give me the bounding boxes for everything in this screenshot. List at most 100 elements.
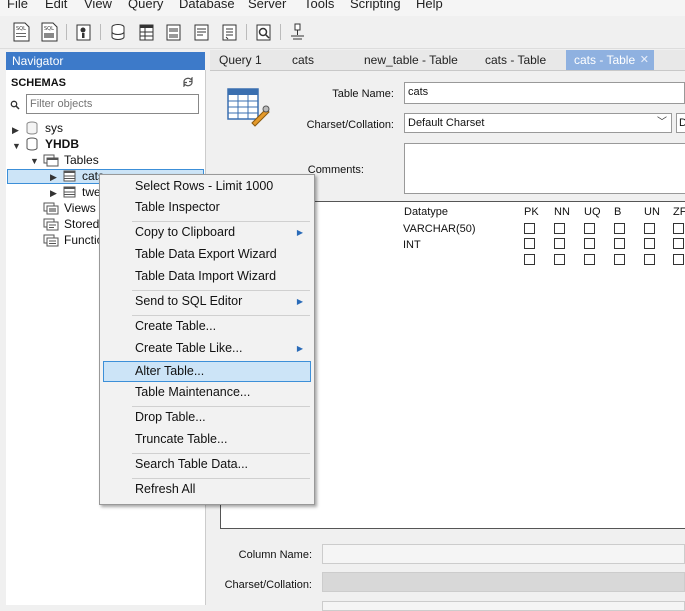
- menu-item-select-rows[interactable]: Select Rows - Limit 1000: [103, 176, 311, 197]
- table-icon: [63, 170, 76, 182]
- menu-item-export-wizard[interactable]: Table Data Export Wizard: [103, 244, 311, 265]
- functions-node[interactable]: Functio: [64, 232, 103, 248]
- menu-item-import-wizard[interactable]: Table Data Import Wizard: [103, 266, 311, 287]
- menu-item-truncate-table[interactable]: Truncate Table...: [103, 429, 311, 450]
- create-function-icon[interactable]: [221, 22, 238, 42]
- column-collation-select[interactable]: [322, 601, 685, 611]
- menu-item-create-table[interactable]: Create Table...: [103, 316, 311, 337]
- un-checkbox[interactable]: [644, 254, 655, 265]
- charset-select[interactable]: Default Charset ﹀: [404, 113, 672, 133]
- menu-item-table-inspector[interactable]: Table Inspector: [103, 197, 311, 218]
- collation-select[interactable]: D: [676, 113, 685, 133]
- context-menu: Select Rows - Limit 1000 Table Inspector…: [99, 174, 315, 505]
- filter-objects-input[interactable]: [26, 94, 199, 114]
- menu-view[interactable]: View: [84, 0, 112, 11]
- views-node[interactable]: Views: [64, 200, 96, 216]
- pk-checkbox[interactable]: [524, 223, 535, 234]
- charset-value: Default Charset: [408, 117, 485, 129]
- refresh-icon[interactable]: [182, 77, 194, 87]
- nn-checkbox[interactable]: [554, 254, 565, 265]
- menu-file[interactable]: File: [7, 0, 28, 11]
- tab-cats[interactable]: cats: [292, 50, 314, 70]
- pk-checkbox[interactable]: [524, 254, 535, 265]
- tab-bar: Query 1 cats new_table - Table cats - Ta…: [210, 50, 685, 71]
- column-name-input[interactable]: [322, 544, 685, 564]
- uq-checkbox[interactable]: [584, 238, 595, 249]
- un-checkbox[interactable]: [644, 223, 655, 234]
- tables-node[interactable]: Tables: [64, 152, 99, 168]
- row-datatype[interactable]: VARCHAR(50): [403, 223, 476, 235]
- menu-item-label: Create Table Like...: [135, 341, 243, 355]
- tab-new-table[interactable]: new_table - Table: [364, 50, 458, 70]
- search-table-data-icon[interactable]: [255, 22, 272, 42]
- create-view-icon[interactable]: [165, 22, 182, 42]
- row-datatype[interactable]: INT: [403, 239, 421, 251]
- new-sql-tab-icon[interactable]: SQL: [13, 22, 30, 42]
- search-icon: [10, 100, 20, 110]
- schema-sys[interactable]: sys: [45, 120, 63, 136]
- close-icon[interactable]: ✕: [640, 50, 649, 70]
- menu-tools[interactable]: Tools: [304, 0, 334, 11]
- b-checkbox[interactable]: [614, 254, 625, 265]
- menu-item-table-maintenance[interactable]: Table Maintenance...: [103, 382, 311, 403]
- col-header-uq[interactable]: UQ: [584, 206, 601, 218]
- col-header-zf[interactable]: ZF: [673, 206, 685, 218]
- expand-cats-toggle[interactable]: ▶: [50, 172, 57, 183]
- tab-label: cats - Table: [574, 53, 636, 67]
- nn-checkbox[interactable]: [554, 238, 565, 249]
- col-header-pk[interactable]: PK: [524, 206, 539, 218]
- comments-textarea[interactable]: [404, 143, 685, 194]
- menu-item-drop-table[interactable]: Drop Table...: [103, 407, 311, 428]
- object-inspector-icon[interactable]: [75, 22, 92, 42]
- menu-database[interactable]: Database: [179, 0, 235, 11]
- expand-tweets-toggle[interactable]: ▶: [50, 188, 57, 199]
- table-name-input[interactable]: cats: [404, 82, 685, 104]
- schema-yhdb[interactable]: YHDB: [45, 136, 79, 152]
- menu-item-create-table-like[interactable]: Create Table Like... ▶: [103, 338, 311, 359]
- uq-checkbox[interactable]: [584, 223, 595, 234]
- menu-server[interactable]: Server: [248, 0, 286, 11]
- zf-checkbox[interactable]: [673, 238, 684, 249]
- pk-checkbox[interactable]: [524, 238, 535, 249]
- charset-label: Charset/Collation:: [306, 119, 394, 131]
- col-header-datatype[interactable]: Datatype: [404, 206, 448, 218]
- tab-cats-table[interactable]: cats - Table: [485, 50, 546, 70]
- database-icon: [26, 121, 38, 135]
- zf-checkbox[interactable]: [673, 254, 684, 265]
- menu-item-send-to-sql-editor[interactable]: Send to SQL Editor ▶: [103, 291, 311, 312]
- menu-query[interactable]: Query: [128, 0, 163, 11]
- menu-item-alter-table[interactable]: Alter Table...: [103, 361, 311, 382]
- menu-item-label: Copy to Clipboard: [135, 225, 236, 239]
- b-checkbox[interactable]: [614, 238, 625, 249]
- table-name-label: Table Name:: [332, 88, 394, 100]
- zf-checkbox[interactable]: [673, 223, 684, 234]
- nn-checkbox[interactable]: [554, 223, 565, 234]
- collapse-yhdb-toggle[interactable]: ▼: [12, 141, 21, 151]
- create-schema-icon[interactable]: [110, 22, 127, 42]
- open-sql-script-icon[interactable]: SQL: [41, 22, 58, 42]
- menu-scripting[interactable]: Scripting: [350, 0, 401, 11]
- expand-sys-toggle[interactable]: ▶: [12, 125, 19, 136]
- collapse-tables-toggle[interactable]: ▼: [30, 156, 39, 166]
- menu-item-refresh-all[interactable]: Refresh All: [103, 479, 311, 500]
- create-table-icon[interactable]: [138, 22, 155, 42]
- column-charset-select[interactable]: [322, 572, 685, 592]
- stored-procedures-node[interactable]: Stored: [64, 216, 99, 232]
- menu-help[interactable]: Help: [416, 0, 443, 11]
- menu-edit[interactable]: Edit: [45, 0, 67, 11]
- col-header-nn[interactable]: NN: [554, 206, 570, 218]
- col-header-un[interactable]: UN: [644, 206, 660, 218]
- b-checkbox[interactable]: [614, 223, 625, 234]
- create-procedure-icon[interactable]: [193, 22, 210, 42]
- tab-cats-table-active[interactable]: cats - Table ✕: [566, 50, 654, 70]
- schemas-label: SCHEMAS: [11, 77, 67, 89]
- svg-text:SQL: SQL: [44, 26, 54, 32]
- un-checkbox[interactable]: [644, 238, 655, 249]
- tab-query-1[interactable]: Query 1: [219, 50, 262, 70]
- table-tweets[interactable]: twe: [82, 184, 101, 200]
- menu-item-copy-to-clipboard[interactable]: Copy to Clipboard ▶: [103, 222, 311, 243]
- reconnect-icon[interactable]: [289, 22, 306, 42]
- menu-item-search-table-data[interactable]: Search Table Data...: [103, 454, 311, 475]
- uq-checkbox[interactable]: [584, 254, 595, 265]
- col-header-b[interactable]: B: [614, 206, 621, 218]
